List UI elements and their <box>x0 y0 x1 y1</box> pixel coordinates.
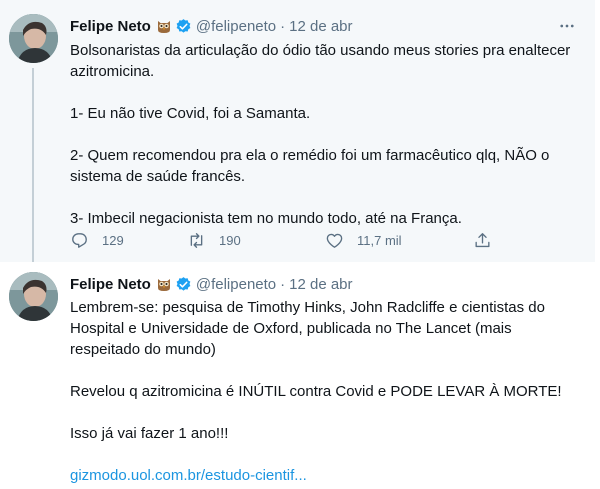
author-name[interactable]: Felipe Neto <box>70 18 151 35</box>
verified-badge-icon <box>175 18 192 35</box>
tweet-date[interactable]: 12 de abr <box>289 276 352 293</box>
tweet-paragraph: Revelou q azitromicina é INÚTIL contra C… <box>70 383 562 400</box>
author-name[interactable]: Felipe Neto <box>70 276 151 293</box>
tweet-paragraph: 3- Imbecil negacionista tem no mundo tod… <box>70 210 462 227</box>
tweet-header: Felipe Neto @felipeneto · 12 de abr <box>70 274 353 294</box>
avatar-photo <box>9 272 58 321</box>
separator-dot: · <box>280 17 286 35</box>
owl-emoji-icon <box>156 18 172 34</box>
verified-badge-icon <box>175 276 192 293</box>
avatar-photo <box>9 14 58 63</box>
tweet-2[interactable]: Felipe Neto @felipeneto · 12 de abr Lemb… <box>0 262 595 489</box>
tweet-actions: 129 190 11,7 mil <box>70 229 510 251</box>
retweet-count: 190 <box>219 232 241 248</box>
share-icon <box>475 232 490 247</box>
article-link[interactable]: gizmodo.uol.com.br/estudo-cientif... <box>70 465 580 486</box>
tweet-date[interactable]: 12 de abr <box>289 18 352 35</box>
tweet-text: Lembrem-se: pesquisa de Timothy Hinks, J… <box>70 297 580 486</box>
tweet-text: Bolsonaristas da articulação do ódio tão… <box>70 40 580 229</box>
retweet-icon <box>190 232 203 248</box>
reply-icon <box>72 232 87 248</box>
reply-count: 129 <box>102 232 124 248</box>
tweet-paragraph: Lembrem-se: pesquisa de Timothy Hinks, J… <box>70 299 545 358</box>
author-handle[interactable]: @felipeneto <box>196 18 276 35</box>
author-handle[interactable]: @felipeneto <box>196 276 276 293</box>
owl-emoji-icon <box>156 276 172 292</box>
separator-dot: · <box>280 275 286 293</box>
more-options-icon[interactable] <box>557 16 577 36</box>
thread-connector-line <box>32 68 34 268</box>
tweet-header: Felipe Neto @felipeneto · 12 de abr <box>70 16 353 36</box>
tweet-paragraph: 1- Eu não tive Covid, foi a Samanta. <box>70 105 311 122</box>
heart-icon <box>326 233 343 248</box>
tweet-paragraph: 2- Quem recomendou pra ela o remédio foi… <box>70 147 550 185</box>
retweet-button[interactable]: 190 <box>187 229 241 251</box>
avatar[interactable] <box>9 272 58 321</box>
reply-button[interactable]: 129 <box>70 229 124 251</box>
like-button[interactable]: 11,7 mil <box>325 229 402 251</box>
like-count: 11,7 mil <box>357 232 402 248</box>
tweet-paragraph: Bolsonaristas da articulação do ódio tão… <box>70 42 571 80</box>
share-button[interactable] <box>473 229 492 251</box>
avatar[interactable] <box>9 14 58 63</box>
tweet-1[interactable]: Felipe Neto @felipeneto · 12 de abr Bols… <box>0 0 595 268</box>
tweet-paragraph: Isso já vai fazer 1 ano!!! <box>70 425 229 442</box>
